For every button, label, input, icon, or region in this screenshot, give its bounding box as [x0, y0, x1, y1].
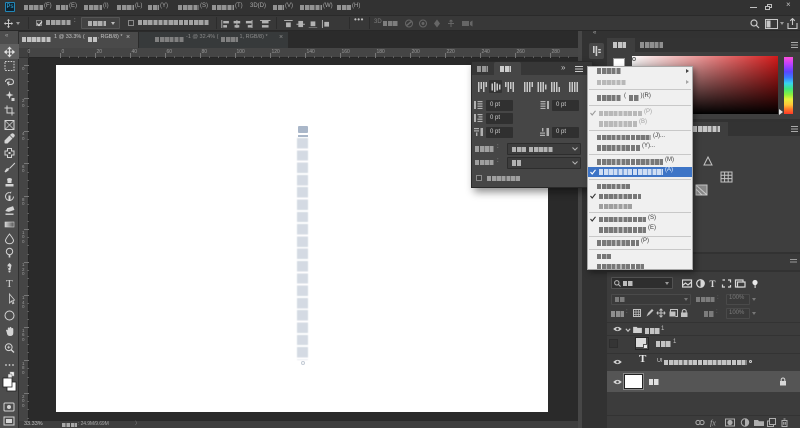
svg-text:T: T	[710, 279, 716, 288]
svg-text:T: T	[6, 278, 13, 290]
svg-text:fx: fx	[710, 419, 716, 428]
